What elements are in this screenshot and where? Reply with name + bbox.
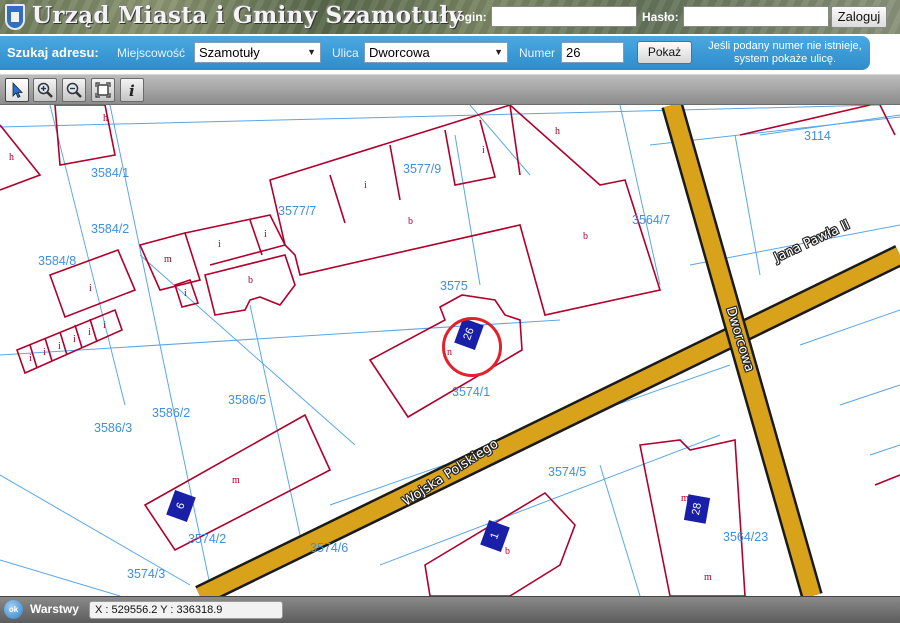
building-code: i (482, 145, 485, 156)
layers-button[interactable]: Warstwy (30, 602, 79, 616)
parcel-label: 3575 (440, 279, 468, 293)
parcel-label: 3574/6 (310, 541, 349, 555)
login-label: Login: (450, 10, 487, 24)
password-input[interactable] (683, 6, 829, 27)
search-hint-line2: system pokaże ulicę. (733, 53, 837, 65)
roads (195, 105, 900, 596)
parcel-label: 3574/1 (452, 385, 491, 399)
zoom-in-icon[interactable] (33, 78, 57, 102)
building-code: m (704, 572, 712, 583)
building-code: b (505, 546, 510, 557)
building-code: i (264, 229, 267, 240)
building-code: i (58, 341, 61, 352)
building-code: i (43, 347, 46, 358)
address-search-bar: Szukaj adresu: Miejscowość Szamotuły ▼ U… (0, 36, 870, 70)
parcel-label: 3577/9 (403, 162, 442, 176)
street-value: Dworcowa (369, 45, 430, 60)
street-label: Ulica (332, 46, 359, 60)
parcel-label: 3574/5 (548, 465, 587, 479)
parcel-label: 3586/2 (152, 406, 191, 420)
building-code: i (218, 239, 221, 250)
parcel-label: 3574/3 (127, 567, 166, 581)
search-title: Szukaj adresu: (7, 45, 99, 60)
login-input[interactable] (491, 6, 637, 27)
parcel-label: 3564/23 (723, 530, 769, 544)
locality-label: Miejscowość (117, 46, 186, 60)
building-code: i (88, 327, 91, 338)
pointer-icon[interactable] (5, 78, 29, 102)
search-hint-line1: Jeśli podany numer nie istnieje, (708, 40, 862, 52)
parcel-label: 3584/8 (38, 254, 77, 268)
parcel-label: 3574/2 (188, 532, 227, 546)
coat-of-arms-icon (5, 4, 25, 30)
building-code: h (9, 152, 14, 163)
parcel-label: 3586/5 (228, 393, 267, 407)
building-code: b (248, 275, 253, 286)
building-code: i (103, 320, 106, 331)
building-code: m (164, 254, 172, 265)
login-button[interactable]: Zaloguj (831, 6, 887, 28)
locality-select[interactable]: Szamotuły ▼ (194, 42, 321, 63)
building-code: h (103, 113, 108, 124)
status-bar: ok Warstwy X : 529556.2 Y : 336318.9 (0, 596, 900, 623)
map-view[interactable]: 3584/1 3584/2 3584/8 3577/7 3577/9 3575 … (0, 105, 900, 596)
building-code: b (583, 231, 588, 242)
building-code: i (184, 288, 187, 299)
number-label: Numer (519, 46, 556, 60)
svg-text:i: i (129, 82, 135, 99)
password-label: Hasło: (642, 10, 679, 24)
building-code: i (73, 334, 76, 345)
parcel-label: 3584/2 (91, 222, 130, 236)
house-number-marker: 28 (683, 494, 711, 524)
ok-icon[interactable]: ok (4, 600, 23, 619)
parcel-label: 3584/1 (91, 166, 130, 180)
building-code: h (555, 126, 560, 137)
map-toolbar: i (0, 74, 900, 105)
info-icon[interactable]: i (120, 78, 144, 102)
show-button[interactable]: Pokaż (637, 41, 692, 64)
number-input[interactable]: 26 (561, 42, 624, 63)
full-extent-icon[interactable] (91, 78, 115, 102)
coordinates-readout: X : 529556.2 Y : 336318.9 (89, 601, 283, 619)
building-code: i (89, 283, 92, 294)
building-code: i (364, 180, 367, 191)
chevron-down-icon: ▼ (494, 47, 503, 57)
parcel-label: 3564/7 (632, 213, 671, 227)
locality-value: Szamotuły (199, 45, 260, 60)
search-hint: Jeśli podany numer nie istnieje, system … (700, 40, 870, 66)
site-title: Urząd Miasta i Gminy Szamotuły (32, 2, 463, 29)
parcel-label: 3577/7 (278, 204, 317, 218)
zoom-out-icon[interactable] (62, 78, 86, 102)
parcel-label: 3586/3 (94, 421, 133, 435)
building-code: b (408, 216, 413, 227)
parcel-label: 3114 (804, 129, 831, 143)
chevron-down-icon: ▼ (307, 47, 316, 57)
app-header: Urząd Miasta i Gminy Szamotuły Login: Ha… (0, 0, 900, 34)
building-code: i (29, 353, 32, 364)
street-select[interactable]: Dworcowa ▼ (364, 42, 508, 63)
search-result-circle (442, 317, 502, 377)
building-code: m (232, 475, 240, 486)
